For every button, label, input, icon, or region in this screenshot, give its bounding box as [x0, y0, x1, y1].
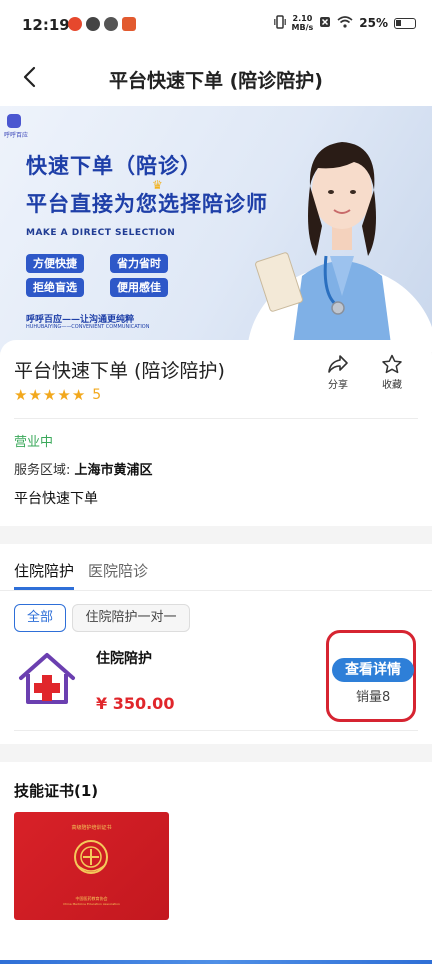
share-icon — [328, 355, 348, 373]
service-tabs: 住院陪护 医院陪诊 — [14, 560, 148, 590]
sales-count: 销量8 — [356, 690, 391, 705]
rating-value: 5 — [92, 387, 102, 403]
battery-percent: 25% — [359, 16, 388, 30]
net-speed: 2.10 MB/s — [291, 14, 314, 32]
banner-headline-2: 平台直接为您选择陪诊师 — [26, 192, 268, 216]
status-right: 2.10 MB/s 25% — [273, 14, 416, 32]
system-nav-bar — [0, 950, 432, 964]
view-details-button[interactable]: 查看详情 — [332, 658, 414, 682]
hospital-house-icon — [19, 653, 75, 704]
star-icon: ★ — [42, 386, 57, 404]
doctor-illustration — [247, 142, 432, 352]
certificates-section: 技能证书(1) 高级陪护培训证书 中国医药教育协会 China Medicine… — [0, 744, 432, 950]
service-description: 平台快速下单 — [14, 491, 98, 507]
star-icon: ★ — [57, 386, 71, 404]
star-icon: ★ — [28, 386, 42, 404]
service-name: 平台快速下单 (陪诊陪护) — [14, 360, 225, 382]
package-price: ¥ 350.00 — [96, 694, 175, 713]
share-button[interactable]: 分享 — [318, 354, 358, 391]
status-time: 12:19 — [22, 16, 70, 34]
divider — [14, 730, 418, 731]
service-info-card: 平台快速下单 (陪诊陪护) ★ ★ ★ ★ ★ 5 分享 收藏 营业中 服务区域… — [0, 340, 432, 526]
tab-inpatient-care[interactable]: 住院陪护 — [14, 560, 75, 590]
banner-slogan-en: HUHUBAIYING——CONVENIENT COMMUNICATION — [26, 324, 150, 330]
weibo-icon — [68, 17, 82, 31]
package-name: 住院陪护 — [96, 651, 152, 667]
services-section: 住院陪护 医院陪诊 全部 住院陪护一对一 住院陪护 ¥ 350.00 查看详情 … — [0, 544, 432, 744]
banner-headline-1: 快速下单（陪诊） — [26, 154, 202, 178]
battery-icon — [394, 17, 416, 29]
page-title: 平台快速下单 (陪诊陪护) — [109, 70, 323, 92]
favorite-button[interactable]: 收藏 — [372, 354, 412, 391]
banner-tag: 拒绝盲选 — [26, 278, 84, 297]
status-notification-icons — [68, 17, 136, 31]
tab-hospital-escort[interactable]: 医院陪诊 — [88, 560, 148, 590]
filter-chip-one-on-one[interactable]: 住院陪护一对一 — [72, 604, 190, 632]
certificate-image[interactable]: 高级陪护培训证书 中国医药教育协会 China Medicine Educati… — [14, 812, 169, 920]
open-status: 营业中 — [14, 435, 54, 450]
star-outline-icon — [382, 354, 402, 374]
tabs-divider — [0, 590, 432, 591]
status-bar: 12:19 2.10 MB/s 25% — [0, 0, 432, 50]
divider — [14, 418, 418, 419]
service-area: 服务区域: 上海市黄浦区 — [14, 463, 153, 478]
emblem-icon — [74, 840, 108, 874]
wifi-icon — [337, 15, 353, 31]
app-icon — [86, 17, 100, 31]
banner-tag: 方便快捷 — [26, 254, 84, 273]
filter-chip-all[interactable]: 全部 — [14, 604, 66, 632]
rating: ★ ★ ★ ★ ★ 5 — [14, 386, 101, 404]
star-icon: ★ — [71, 386, 86, 404]
top-nav: 平台快速下单 (陪诊陪护) — [0, 50, 432, 106]
sim-icon — [319, 16, 331, 31]
banner-tag: 便用感佳 — [110, 278, 168, 297]
certificates-title: 技能证书(1) — [14, 782, 99, 800]
app2-icon — [104, 17, 118, 31]
vibrate-icon — [273, 14, 286, 32]
banner-english: MAKE A DIRECT SELECTION — [26, 228, 176, 238]
app3-icon — [122, 17, 136, 31]
logo-mark-icon — [7, 114, 21, 128]
promo-banner[interactable]: 呼呼百应 快速下单（陪诊） ♛ 平台直接为您选择陪诊师 MAKE A DIREC… — [0, 106, 432, 352]
brand-logo: 呼呼百应 — [4, 114, 28, 139]
star-icon: ★ — [14, 386, 28, 404]
banner-tag: 省力省时 — [110, 254, 168, 273]
